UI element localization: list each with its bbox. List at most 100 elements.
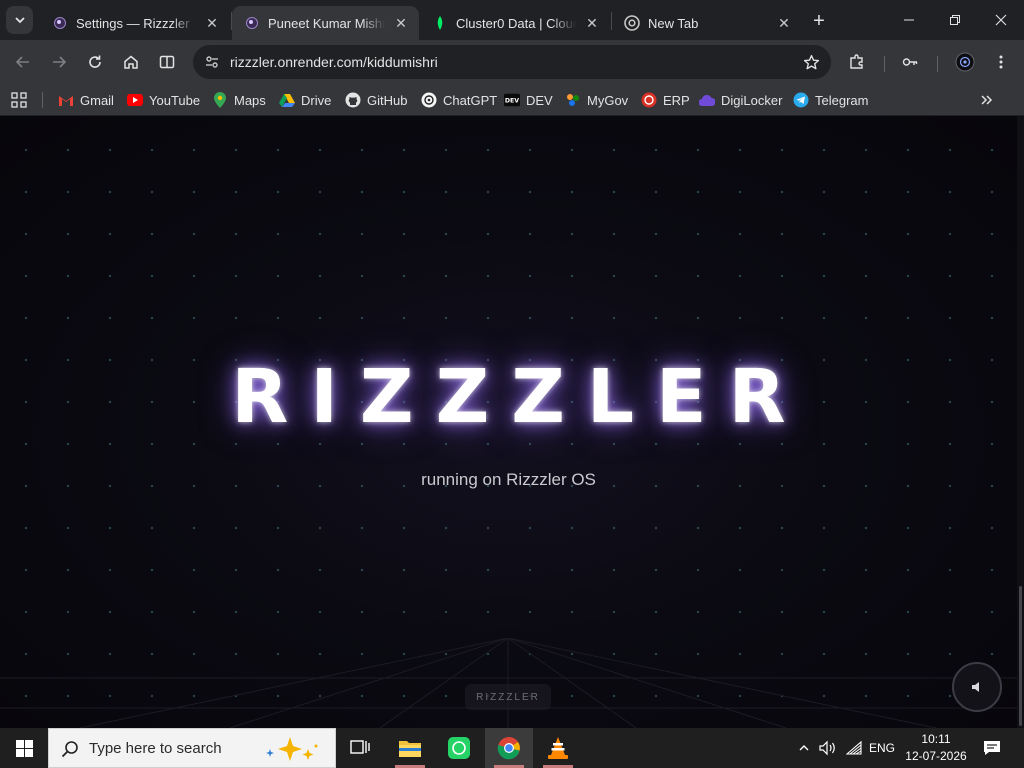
web-page: RIZZZLER running on Rizzzler OS RIZZZLER (0, 116, 1017, 728)
menu-button[interactable] (986, 47, 1016, 77)
bookmark-telegram[interactable]: Telegram (793, 89, 868, 111)
maps-icon (212, 92, 228, 108)
sound-toggle-button[interactable] (952, 662, 1002, 712)
side-panel-icon (159, 55, 175, 69)
network-button[interactable] (844, 728, 864, 768)
volume-icon (819, 740, 835, 756)
toolbar-separator (937, 56, 938, 72)
clock-time: 10:11 (921, 732, 951, 746)
digilocker-icon (699, 92, 715, 108)
bookmark-gmail[interactable]: Gmail (58, 89, 114, 111)
file-explorer-app[interactable] (386, 728, 434, 768)
minimize-button[interactable] (886, 0, 932, 40)
close-icon (995, 14, 1007, 26)
chrome-app[interactable] (485, 728, 533, 768)
bookmark-label: YouTube (149, 92, 201, 108)
system-clock[interactable]: 10:11 12-07-2026 (900, 731, 972, 765)
bookmark-star-icon[interactable] (801, 52, 821, 72)
gmail-icon (58, 92, 74, 108)
tab-title: Puneet Kumar Mishra - R (268, 15, 385, 31)
telegram-icon (793, 92, 809, 108)
speaker-icon (972, 682, 979, 692)
notifications-button[interactable] (978, 728, 1006, 768)
bookmark-label: DigiLocker (721, 92, 783, 108)
bookmark-label: Maps (234, 92, 266, 108)
scrollbar-thumb[interactable] (1019, 586, 1022, 726)
tab-new-tab[interactable]: New Tab ✕ (612, 6, 802, 40)
apps-button[interactable] (11, 89, 27, 111)
password-manager-button[interactable] (895, 47, 925, 77)
close-window-button[interactable] (978, 0, 1024, 40)
bookmark-mygov[interactable]: MyGov (565, 89, 628, 111)
site-settings-icon[interactable] (201, 51, 223, 73)
tab-title: Cluster0 Data | Cloud: M (456, 15, 576, 31)
bookmarks-bar: Gmail YouTube Maps Drive GitHub ChatGPT … (0, 85, 1024, 115)
avatar (955, 52, 975, 72)
search-placeholder: Type here to search (89, 740, 222, 757)
forward-button[interactable] (44, 47, 74, 77)
input-language-button[interactable]: ENG (866, 728, 898, 768)
tab-cluster0-data[interactable]: Cluster0 Data | Cloud: M ✕ (420, 6, 610, 40)
whatsapp-icon (448, 737, 470, 759)
tab-puneet-kumar-mishra[interactable]: Puneet Kumar Mishra - R ✕ (232, 6, 419, 40)
wifi-icon (846, 740, 862, 755)
task-view-icon (350, 740, 370, 754)
back-button[interactable] (8, 47, 38, 77)
chevron-double-right-icon (981, 95, 993, 105)
tab-settings-rizzzler[interactable]: Settings — Rizzzler ✕ (40, 6, 230, 40)
more-bookmarks-button[interactable] (980, 89, 994, 111)
more-vertical-icon (999, 55, 1003, 69)
chevron-up-icon (799, 745, 809, 751)
browser-toolbar: rizzzler.onrender.com/kiddumishri (0, 40, 1024, 85)
perspective-grid-floor (0, 638, 1017, 728)
start-button[interactable] (0, 728, 48, 768)
vlc-cone-icon (548, 737, 568, 759)
apps-grid-icon (11, 92, 27, 108)
toolbar-separator (884, 56, 885, 72)
bookmark-chatgpt[interactable]: ChatGPT (421, 89, 497, 111)
new-tab-button[interactable]: + (806, 8, 832, 34)
show-hidden-icons-button[interactable] (794, 728, 814, 768)
profile-button[interactable] (950, 47, 980, 77)
volume-button[interactable] (818, 728, 838, 768)
footer-brand-badge: RIZZZLER (465, 684, 551, 710)
vlc-app[interactable] (534, 728, 582, 768)
bookmark-github[interactable]: GitHub (345, 89, 407, 111)
bookmark-label: Gmail (80, 92, 114, 108)
github-icon (345, 92, 361, 108)
close-icon[interactable]: ✕ (774, 13, 794, 33)
tab-title: New Tab (648, 15, 699, 31)
windows-logo-icon (15, 739, 33, 757)
bookmark-drive[interactable]: Drive (279, 89, 331, 111)
minimize-icon (904, 19, 914, 21)
extensions-button[interactable] (842, 47, 872, 77)
drive-icon (279, 92, 295, 108)
bookmark-maps[interactable]: Maps (212, 89, 266, 111)
close-icon[interactable]: ✕ (391, 13, 411, 33)
tab-title: Settings — Rizzzler (76, 15, 190, 31)
task-view-button[interactable] (336, 728, 384, 768)
taskbar-search-box[interactable]: Type here to search (48, 728, 336, 768)
bookmark-digilocker[interactable]: DigiLocker (699, 89, 782, 111)
whatsapp-app[interactable] (435, 728, 483, 768)
tab-search-button[interactable] (6, 6, 33, 34)
bookmark-dev[interactable]: DEV DEV (504, 89, 553, 111)
bookmark-erp[interactable]: ERP (641, 89, 690, 111)
mygov-icon (565, 92, 581, 108)
bookmark-separator (42, 92, 43, 108)
reading-mode-button[interactable] (152, 47, 182, 77)
url-text[interactable]: rizzzler.onrender.com/kiddumishri (230, 54, 438, 70)
chrome-icon (497, 737, 520, 760)
chatgpt-icon (421, 92, 437, 108)
reload-button[interactable] (80, 47, 110, 77)
bookmark-youtube[interactable]: YouTube (127, 89, 200, 111)
close-icon[interactable]: ✕ (582, 13, 602, 33)
bookmark-label: ERP (663, 92, 690, 108)
dev-icon: DEV (504, 92, 520, 108)
notification-icon (984, 741, 1000, 755)
close-icon[interactable]: ✕ (202, 13, 222, 33)
home-button[interactable] (116, 47, 146, 77)
address-bar[interactable]: rizzzler.onrender.com/kiddumishri (193, 45, 831, 79)
chevron-down-icon (14, 17, 25, 24)
restore-button[interactable] (932, 0, 978, 40)
